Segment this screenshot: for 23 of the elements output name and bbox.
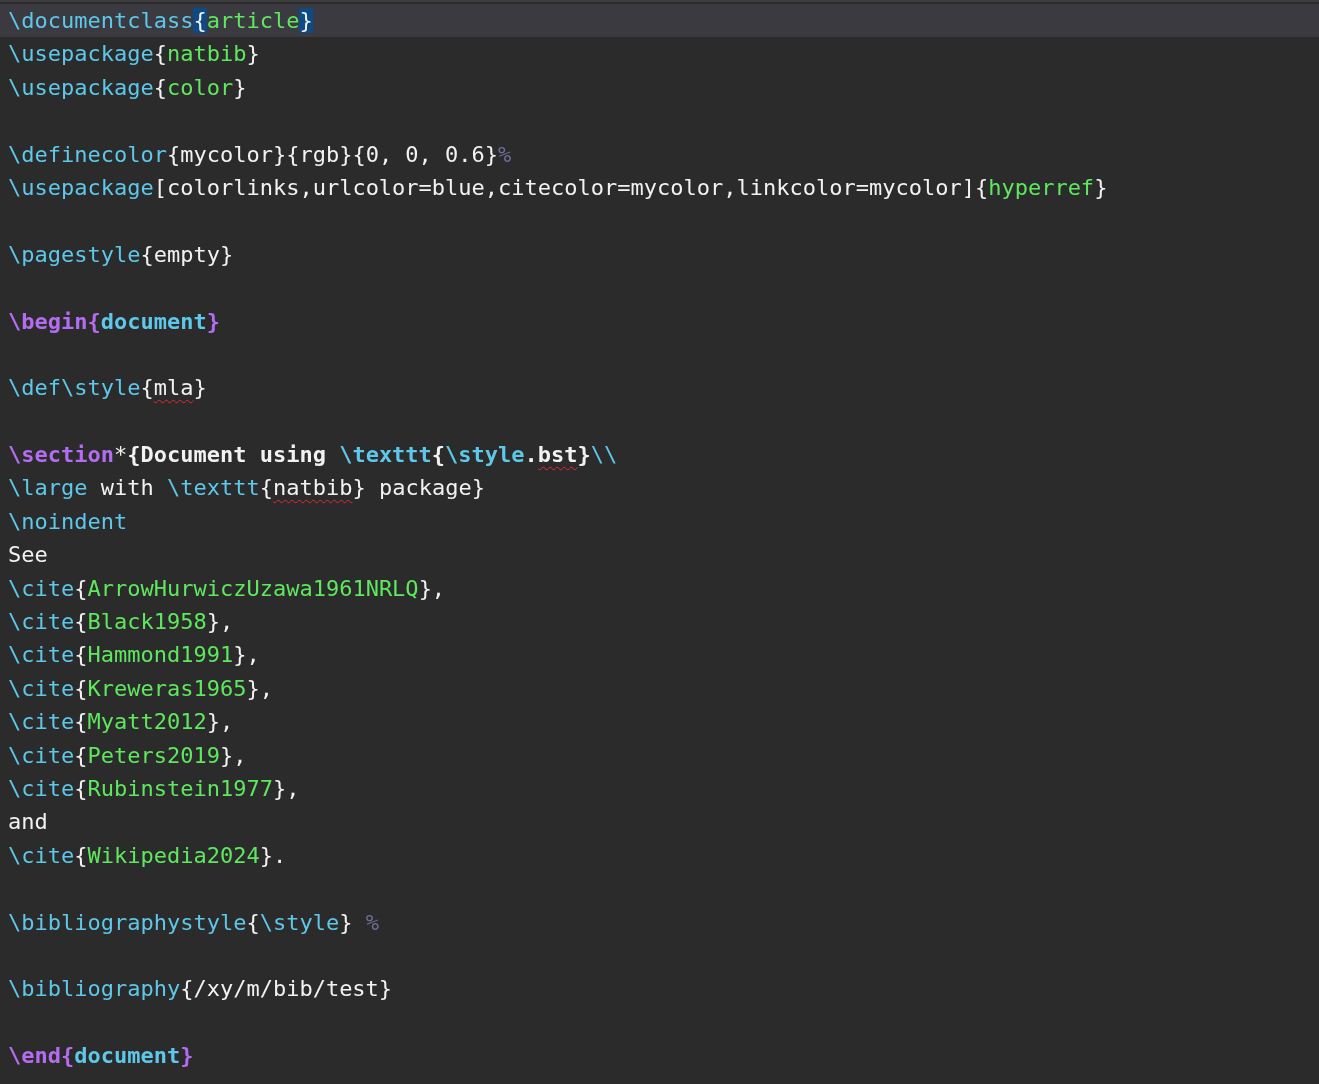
code-line: \pagestyle{empty}: [7, 240, 235, 269]
code-line: See: [7, 541, 49, 570]
code-line: \begin{document}: [7, 307, 221, 336]
code-line: \cite{Rubinstein1977},: [7, 775, 301, 803]
code-line: \definecolor{mycolor}{rgb}{0, 0, 0.6}%: [7, 140, 513, 169]
code-line: \usepackage[colorlinks,urlcolor=blue,citecolor=mycolor,linkcolor=mycolor]{hyperref}: [7, 173, 1109, 202]
code-line: \end{document}: [7, 1042, 195, 1071]
code-line: \section*{Document using \texttt{\style.bst}\\: [7, 441, 619, 470]
code-line: \usepackage{natbib}: [7, 40, 261, 69]
code-line: \noindent: [7, 507, 129, 536]
code-line: \def\style{mla}: [7, 374, 208, 403]
code-line: \large with \texttt{natbib} package}: [7, 474, 486, 503]
code-line: \cite{Hammond1991},: [7, 641, 261, 670]
code-line: \cite{Myatt2012},: [7, 708, 235, 737]
code-line: \bibliography{/xy/m/bib/test}: [7, 975, 394, 1004]
code-line: \cite{Black1958},: [7, 608, 235, 637]
code-line: and: [7, 808, 49, 837]
code-line: \usepackage{color}: [7, 73, 248, 102]
code-line: \cite{ArrowHurwiczUzawa1961NRLQ},: [7, 574, 447, 603]
code-line: \bibliographystyle{\style} %: [7, 908, 380, 937]
code-line: \cite{Kreweras1965},: [7, 674, 274, 703]
code-line: \cite{Wikipedia2024}.: [7, 841, 288, 870]
code-line: \cite{Peters2019},: [7, 741, 248, 770]
